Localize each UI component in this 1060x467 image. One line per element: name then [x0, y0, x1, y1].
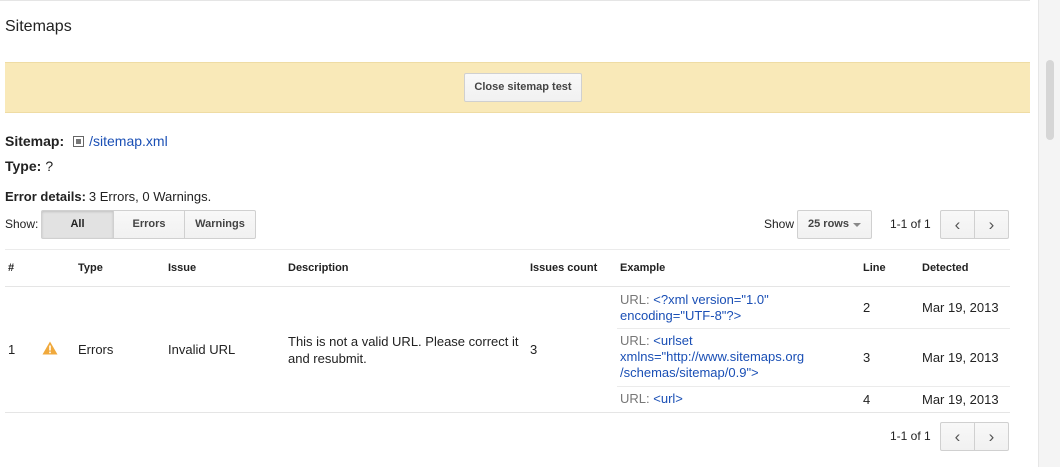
example-line: 2: [863, 300, 871, 315]
warning-icon: [42, 341, 58, 355]
chevron-right-icon: ›: [988, 427, 995, 446]
rows-per-page-select[interactable]: 25 rows: [797, 210, 872, 239]
rows-per-page-value: 25 rows: [808, 218, 849, 230]
error-details-text: 3 Errors, 0 Warnings.: [88, 189, 212, 204]
example-url-2: URL: <urlset xmlns="http://www.sitemaps.…: [620, 333, 825, 381]
row-index: 1: [8, 342, 16, 357]
filter-segmented-control: All Errors Warnings: [41, 210, 256, 239]
example-line: 4: [863, 392, 871, 407]
row-type: Errors: [78, 342, 114, 357]
pager-range-top: 1-1 of 1: [890, 217, 931, 231]
type-value: ?: [45, 158, 54, 174]
next-page-button-top[interactable]: ›: [974, 210, 1009, 239]
chevron-right-icon: ›: [988, 215, 995, 234]
example-url-1: URL: <?xml version="1.0" encoding="UTF-8…: [620, 292, 845, 324]
example-line: 3: [863, 350, 871, 365]
example-prefix: URL:: [620, 292, 650, 307]
page-title: Sitemaps: [5, 18, 72, 35]
filter-all-button[interactable]: All: [41, 210, 114, 239]
filter-warnings-button[interactable]: Warnings: [184, 210, 256, 239]
col-header-example: Example: [620, 262, 666, 274]
col-header-description: Description: [288, 262, 349, 274]
example-code[interactable]: <url>: [653, 391, 683, 406]
row-issue: Invalid URL: [168, 342, 236, 357]
chevron-down-icon: [853, 223, 861, 227]
row-description: This is not a valid URL. Please correct …: [288, 334, 519, 366]
prev-page-button-bottom[interactable]: ‹: [940, 422, 975, 451]
col-header-issues-count: Issues count: [530, 262, 598, 274]
col-header-index: #: [8, 262, 15, 274]
example-prefix: URL:: [620, 391, 650, 406]
example-prefix: URL:: [620, 333, 650, 348]
row-issues-count: 3: [530, 342, 538, 357]
filter-label: Show:: [5, 217, 39, 231]
scrollbar-thumb[interactable]: [1046, 60, 1054, 140]
close-sitemap-test-button[interactable]: Close sitemap test: [464, 73, 582, 102]
filter-errors-button[interactable]: Errors: [113, 210, 185, 239]
type-label: Type:: [5, 158, 42, 174]
sitemap-label: Sitemap:: [5, 133, 65, 149]
sitemap-link[interactable]: /sitemap.xml: [89, 133, 168, 149]
error-details-label: Error details:: [5, 189, 86, 204]
example-detected: Mar 19, 2013: [922, 392, 999, 407]
example-url-3: URL: <url>: [620, 391, 845, 407]
chevron-left-icon: ‹: [954, 215, 961, 234]
rows-label: Show: [764, 217, 795, 231]
sitemap-test-banner: Close sitemap test: [5, 62, 1030, 113]
error-details: Error details: 3 Errors, 0 Warnings.: [5, 189, 211, 204]
col-header-line: Line: [863, 262, 886, 274]
example-detected: Mar 19, 2013: [922, 350, 999, 365]
page-icon: [73, 135, 85, 147]
chevron-left-icon: ‹: [954, 427, 961, 446]
table-header-divider: [5, 286, 1010, 287]
prev-page-button-top[interactable]: ‹: [940, 210, 975, 239]
sitemap-type: Type:?: [5, 158, 53, 174]
col-header-detected: Detected: [922, 262, 969, 274]
next-page-button-bottom[interactable]: ›: [974, 422, 1009, 451]
example-detected: Mar 19, 2013: [922, 300, 999, 315]
pager-range-bottom: 1-1 of 1: [890, 429, 931, 443]
sitemap-info: Sitemap: /sitemap.xml: [5, 133, 168, 149]
example-divider: [617, 328, 1010, 329]
example-divider: [617, 386, 1010, 387]
table-top-rule: [5, 249, 1010, 250]
col-header-issue: Issue: [168, 262, 197, 274]
table-bottom-rule: [5, 412, 1010, 413]
top-divider: [0, 0, 1030, 1]
col-header-type: Type: [78, 262, 103, 274]
